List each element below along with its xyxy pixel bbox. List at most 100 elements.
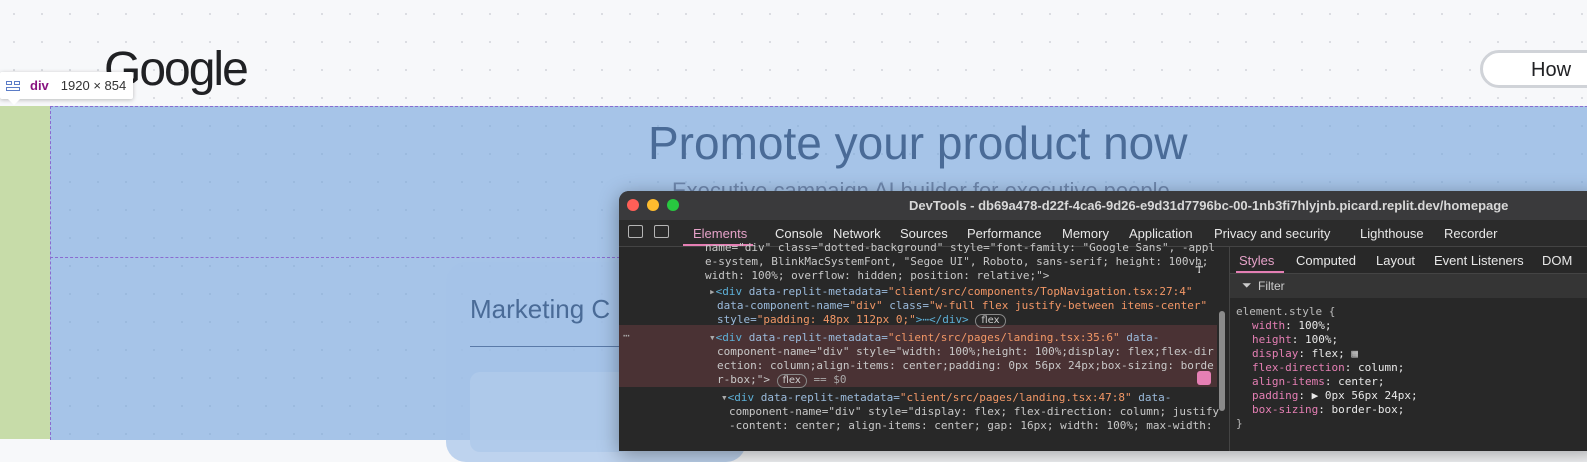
tab-layout[interactable]: Layout — [1376, 253, 1415, 268]
active-subtab-indicator — [1236, 271, 1284, 273]
dom-value: "client/src/pages/landing.tsx:47:8" — [899, 391, 1132, 404]
css-value: 100%; — [1298, 319, 1332, 332]
flex-badge[interactable]: flex — [776, 374, 807, 388]
tab-memory[interactable]: Memory — [1062, 226, 1109, 241]
tab-network[interactable]: Network — [833, 226, 881, 241]
inspect-element-icon[interactable] — [628, 225, 643, 238]
css-property: align-items — [1252, 375, 1325, 388]
dom-line: name="div" class="dotted-background" sty… — [705, 241, 1215, 254]
minimize-window-button[interactable] — [647, 199, 659, 211]
dom-attr: data-replit-metadata= — [748, 331, 888, 344]
devtools-title: DevTools - db69a478-d22f-4ca6-9d26-e9d31… — [909, 198, 1509, 213]
dom-text: r-box;"> — [717, 373, 770, 386]
css-declaration[interactable]: display: flex; ▦ — [1252, 347, 1358, 360]
styles-sidebar: Styles Computed Layout Event Listeners D… — [1229, 247, 1587, 451]
css-property: padding — [1252, 389, 1299, 402]
grid-layout-icon — [6, 80, 20, 91]
css-selector: element.style { — [1236, 305, 1336, 318]
tab-lighthouse[interactable]: Lighthouse — [1360, 226, 1424, 241]
tab-sources[interactable]: Sources — [900, 226, 948, 241]
dom-value: "w-full flex justify-between items-cente… — [928, 299, 1208, 312]
styles-subtabs: Styles Computed Layout Event Listeners D… — [1230, 247, 1587, 274]
device-toolbar-icon[interactable] — [654, 225, 669, 238]
dom-tag: <div — [715, 285, 749, 298]
tab-console[interactable]: Console — [775, 226, 823, 241]
tooltip-tag: div — [30, 78, 49, 93]
css-declaration[interactable]: height: 100%; — [1252, 333, 1338, 346]
tab-elements[interactable]: Elements — [693, 226, 747, 241]
ai-assistant-icon[interactable] — [1197, 371, 1211, 385]
dom-attr: data-replit-metadata= — [760, 391, 900, 404]
card-inner-panel — [470, 372, 630, 452]
dom-node-landing-child[interactable]: ▾<div data-replit-metadata="client/src/p… — [721, 391, 1171, 404]
elements-scrollbar[interactable] — [1219, 311, 1225, 411]
dom-line: r-box;"> flex == $0 — [717, 373, 847, 388]
css-value: ▶ 0px 56px 24px; — [1311, 389, 1418, 402]
zoom-window-button[interactable] — [667, 199, 679, 211]
css-property: display — [1252, 347, 1299, 360]
dom-value: "client/src/pages/landing.tsx:35:6" — [887, 331, 1120, 344]
more-options-icon[interactable]: ⋯ — [623, 329, 630, 342]
dom-tag: >⋯</div> — [915, 313, 969, 326]
css-value: border-box; — [1331, 403, 1405, 416]
filter-icon: ⏷ — [1242, 278, 1252, 292]
dom-line: data-component-name="div" class="w-full … — [717, 299, 1207, 312]
guide-line — [50, 257, 620, 258]
dom-line: component-name="div" style="display: fle… — [729, 405, 1220, 418]
flex-badge[interactable]: flex — [975, 314, 1006, 328]
dom-tag: <div — [715, 331, 749, 344]
dom-node-topnav[interactable]: ▸<div data-replit-metadata="client/src/c… — [709, 285, 1192, 298]
filter-placeholder: Filter — [1258, 279, 1285, 293]
dom-attr: style= — [717, 313, 757, 326]
tab-performance[interactable]: Performance — [967, 226, 1041, 241]
selected-node-marker: == $0 — [813, 373, 847, 386]
dom-line: style="padding: 48px 112px 0;">⋯</div> f… — [717, 313, 1006, 328]
padding-highlight — [0, 106, 50, 439]
css-declaration[interactable]: align-items: center; — [1252, 375, 1384, 388]
css-declaration[interactable]: box-sizing: border-box; — [1252, 403, 1404, 416]
css-declaration[interactable]: flex-direction: column; — [1252, 361, 1404, 374]
elements-dom-tree[interactable]: name="div" class="dotted-background" sty… — [619, 241, 1220, 451]
dom-attr: data-replit-metadata= — [748, 285, 888, 298]
css-property: box-sizing — [1252, 403, 1319, 416]
tab-styles[interactable]: Styles — [1239, 253, 1274, 268]
dom-line: width: 100%; overflow: hidden; position:… — [705, 269, 1050, 282]
card-divider — [470, 346, 630, 347]
close-window-button[interactable] — [627, 199, 639, 211]
css-declaration[interactable]: width: 100%; — [1252, 319, 1332, 332]
page-headline: Promote your product now — [648, 117, 1188, 169]
dom-value: "client/src/components/TopNavigation.tsx… — [887, 285, 1193, 298]
flexbox-editor-icon[interactable]: ▦ — [1351, 347, 1358, 360]
dom-line: ection: column;align-items: center;paddi… — [717, 359, 1214, 372]
styles-filter[interactable]: ⏷ Filter — [1230, 274, 1587, 298]
css-value: column; — [1357, 361, 1405, 374]
css-value: center; — [1338, 375, 1385, 388]
css-close-brace: } — [1236, 417, 1243, 430]
tab-application[interactable]: Application — [1129, 226, 1193, 241]
dom-tag: <div — [727, 391, 761, 404]
how-button[interactable]: How — [1480, 50, 1587, 88]
dom-attr: data-component-name= — [717, 299, 850, 312]
css-property: width — [1252, 319, 1286, 332]
dom-line: e-system, BlinkMacSystemFont, "Segoe UI"… — [705, 255, 1209, 268]
tab-computed[interactable]: Computed — [1296, 253, 1356, 268]
tab-recorder[interactable]: Recorder — [1444, 226, 1497, 241]
css-property: height — [1252, 333, 1292, 346]
tab-privacy-security[interactable]: Privacy and security — [1214, 226, 1330, 241]
tab-event-listeners[interactable]: Event Listeners — [1434, 253, 1524, 268]
dom-value: "div" — [849, 299, 883, 312]
accessibility-icon[interactable]: ☥ — [1195, 261, 1203, 277]
tooltip-size: 1920 × 854 — [60, 78, 127, 93]
css-value: flex; — [1311, 347, 1345, 360]
css-declaration[interactable]: padding: ▶ 0px 56px 24px; — [1252, 389, 1418, 402]
dom-value: "padding: 48px 112px 0;" — [756, 313, 916, 326]
devtools-window[interactable]: DevTools - db69a478-d22f-4ca6-9d26-e9d31… — [619, 191, 1587, 451]
dom-attr: class= — [882, 299, 929, 312]
css-property: flex-direction — [1252, 361, 1345, 374]
dom-attr: data- — [1119, 331, 1160, 344]
dom-attr: data- — [1131, 391, 1172, 404]
tab-dom[interactable]: DOM — [1542, 253, 1572, 268]
devtools-titlebar[interactable]: DevTools - db69a478-d22f-4ca6-9d26-e9d31… — [619, 191, 1587, 220]
marketing-card-title: Marketing C — [470, 294, 611, 324]
dom-node-landing[interactable]: ▾<div data-replit-metadata="client/src/p… — [709, 331, 1159, 344]
